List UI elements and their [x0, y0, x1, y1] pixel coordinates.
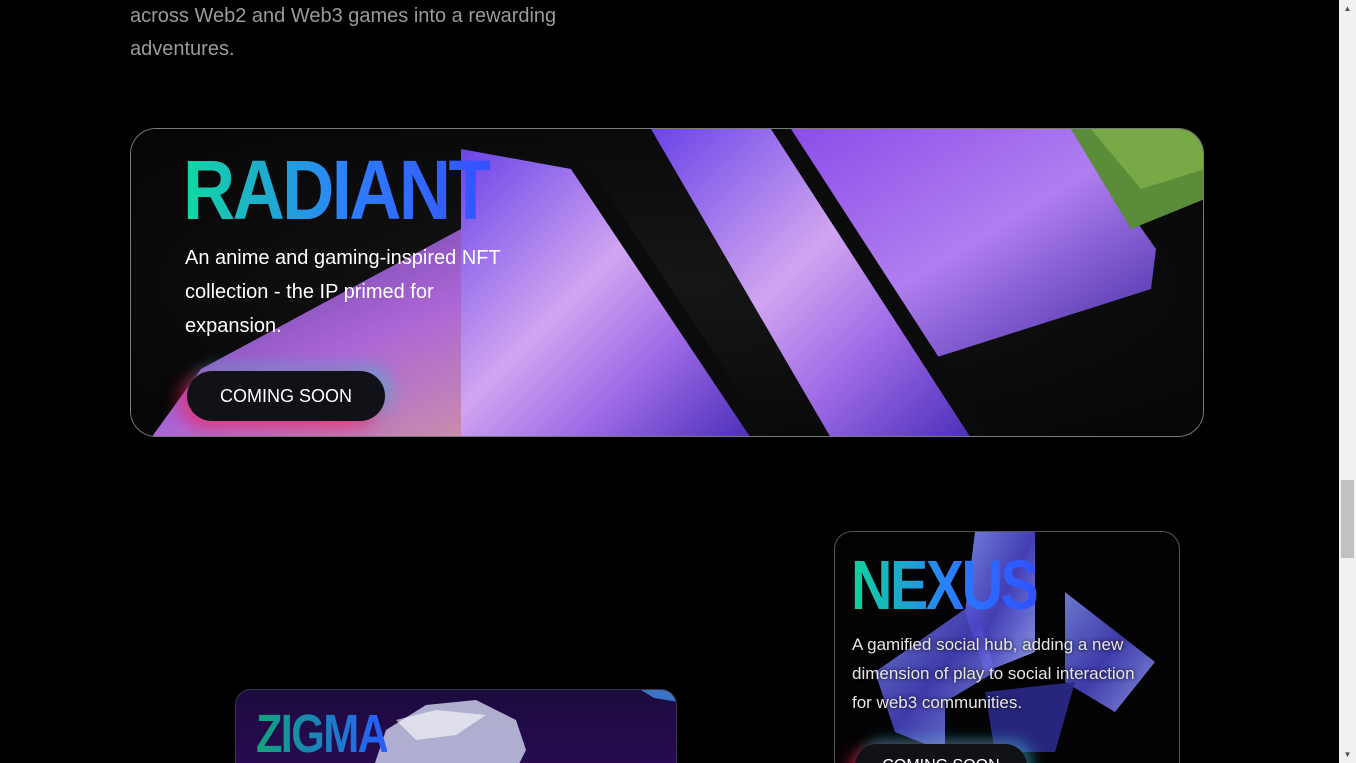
intro-text: across Web2 and Web3 games into a reward… [130, 0, 650, 66]
radiant-coming-soon-button[interactable]: COMING SOON [187, 371, 385, 421]
radiant-title: RADIANT [183, 143, 493, 237]
radiant-description: An anime and gaming-inspired NFT collect… [185, 247, 501, 337]
scroll-down-arrow-icon[interactable]: ▼ [1339, 746, 1356, 763]
page-scrollbar[interactable]: ▲ ▼ [1339, 0, 1356, 763]
zigma-title: ZIGMA [256, 704, 389, 763]
scrollbar-thumb[interactable] [1341, 480, 1354, 558]
nexus-description: A gamified social hub, adding a new dime… [852, 635, 1135, 712]
zigma-card: ZIGMA [235, 689, 677, 763]
nexus-coming-soon-button[interactable]: COMING SOON [855, 744, 1027, 763]
radiant-card: RADIANT An anime and gaming-inspired NFT… [130, 128, 1204, 437]
intro-text-line-1: across Web2 and Web3 games into a reward… [130, 5, 557, 27]
nexus-card: NEXUS A gamified social hub, adding a ne… [834, 531, 1180, 763]
scroll-up-arrow-icon[interactable]: ▲ [1339, 0, 1356, 17]
intro-text-line-2: adventures. [130, 38, 235, 60]
nexus-title: NEXUS [851, 546, 1039, 624]
